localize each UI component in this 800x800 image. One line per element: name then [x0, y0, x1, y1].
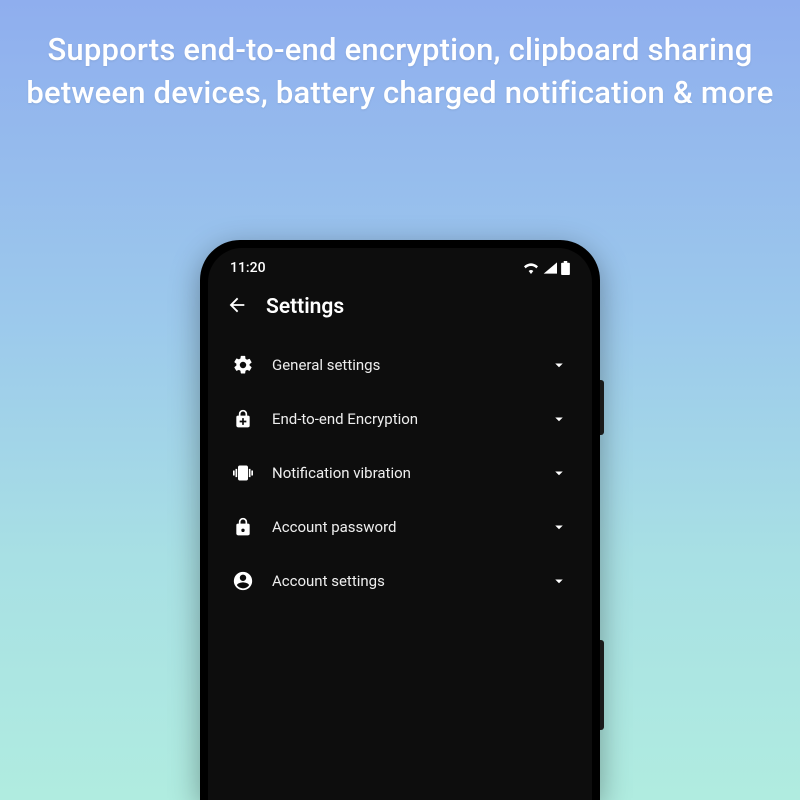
lock-icon	[232, 516, 254, 538]
vibrate-icon	[232, 462, 254, 484]
settings-row-account[interactable]: Account settings	[222, 554, 578, 608]
promo-headline: Supports end-to-end encryption, clipboar…	[0, 28, 800, 115]
settings-list: General settings End-to-end Encryption	[208, 338, 592, 608]
phone-side-button	[600, 640, 604, 730]
status-bar: 11:20	[208, 248, 592, 282]
chevron-down-icon	[550, 518, 568, 536]
settings-row-label: Account password	[272, 518, 532, 536]
chevron-down-icon	[550, 572, 568, 590]
status-time: 11:20	[230, 260, 266, 276]
settings-row-label: Notification vibration	[272, 464, 532, 482]
app-bar: Settings	[208, 282, 592, 338]
wifi-icon	[523, 262, 539, 274]
settings-row-label: Account settings	[272, 572, 532, 590]
chevron-down-icon	[550, 464, 568, 482]
phone-side-button	[600, 380, 604, 435]
signal-icon	[543, 262, 557, 274]
chevron-down-icon	[550, 356, 568, 374]
account-icon	[232, 570, 254, 592]
back-icon[interactable]	[226, 294, 248, 320]
settings-row-label: General settings	[272, 356, 532, 374]
battery-icon	[561, 261, 570, 275]
phone-frame: 11:20 Settings	[200, 240, 600, 800]
settings-row-encryption[interactable]: End-to-end Encryption	[222, 392, 578, 446]
settings-row-label: End-to-end Encryption	[272, 410, 532, 428]
gear-icon	[232, 354, 254, 376]
chevron-down-icon	[550, 410, 568, 428]
settings-row-vibration[interactable]: Notification vibration	[222, 446, 578, 500]
lock-plus-icon	[232, 408, 254, 430]
settings-row-password[interactable]: Account password	[222, 500, 578, 554]
phone-screen: 11:20 Settings	[208, 248, 592, 800]
settings-row-general[interactable]: General settings	[222, 338, 578, 392]
page-title: Settings	[266, 295, 344, 319]
